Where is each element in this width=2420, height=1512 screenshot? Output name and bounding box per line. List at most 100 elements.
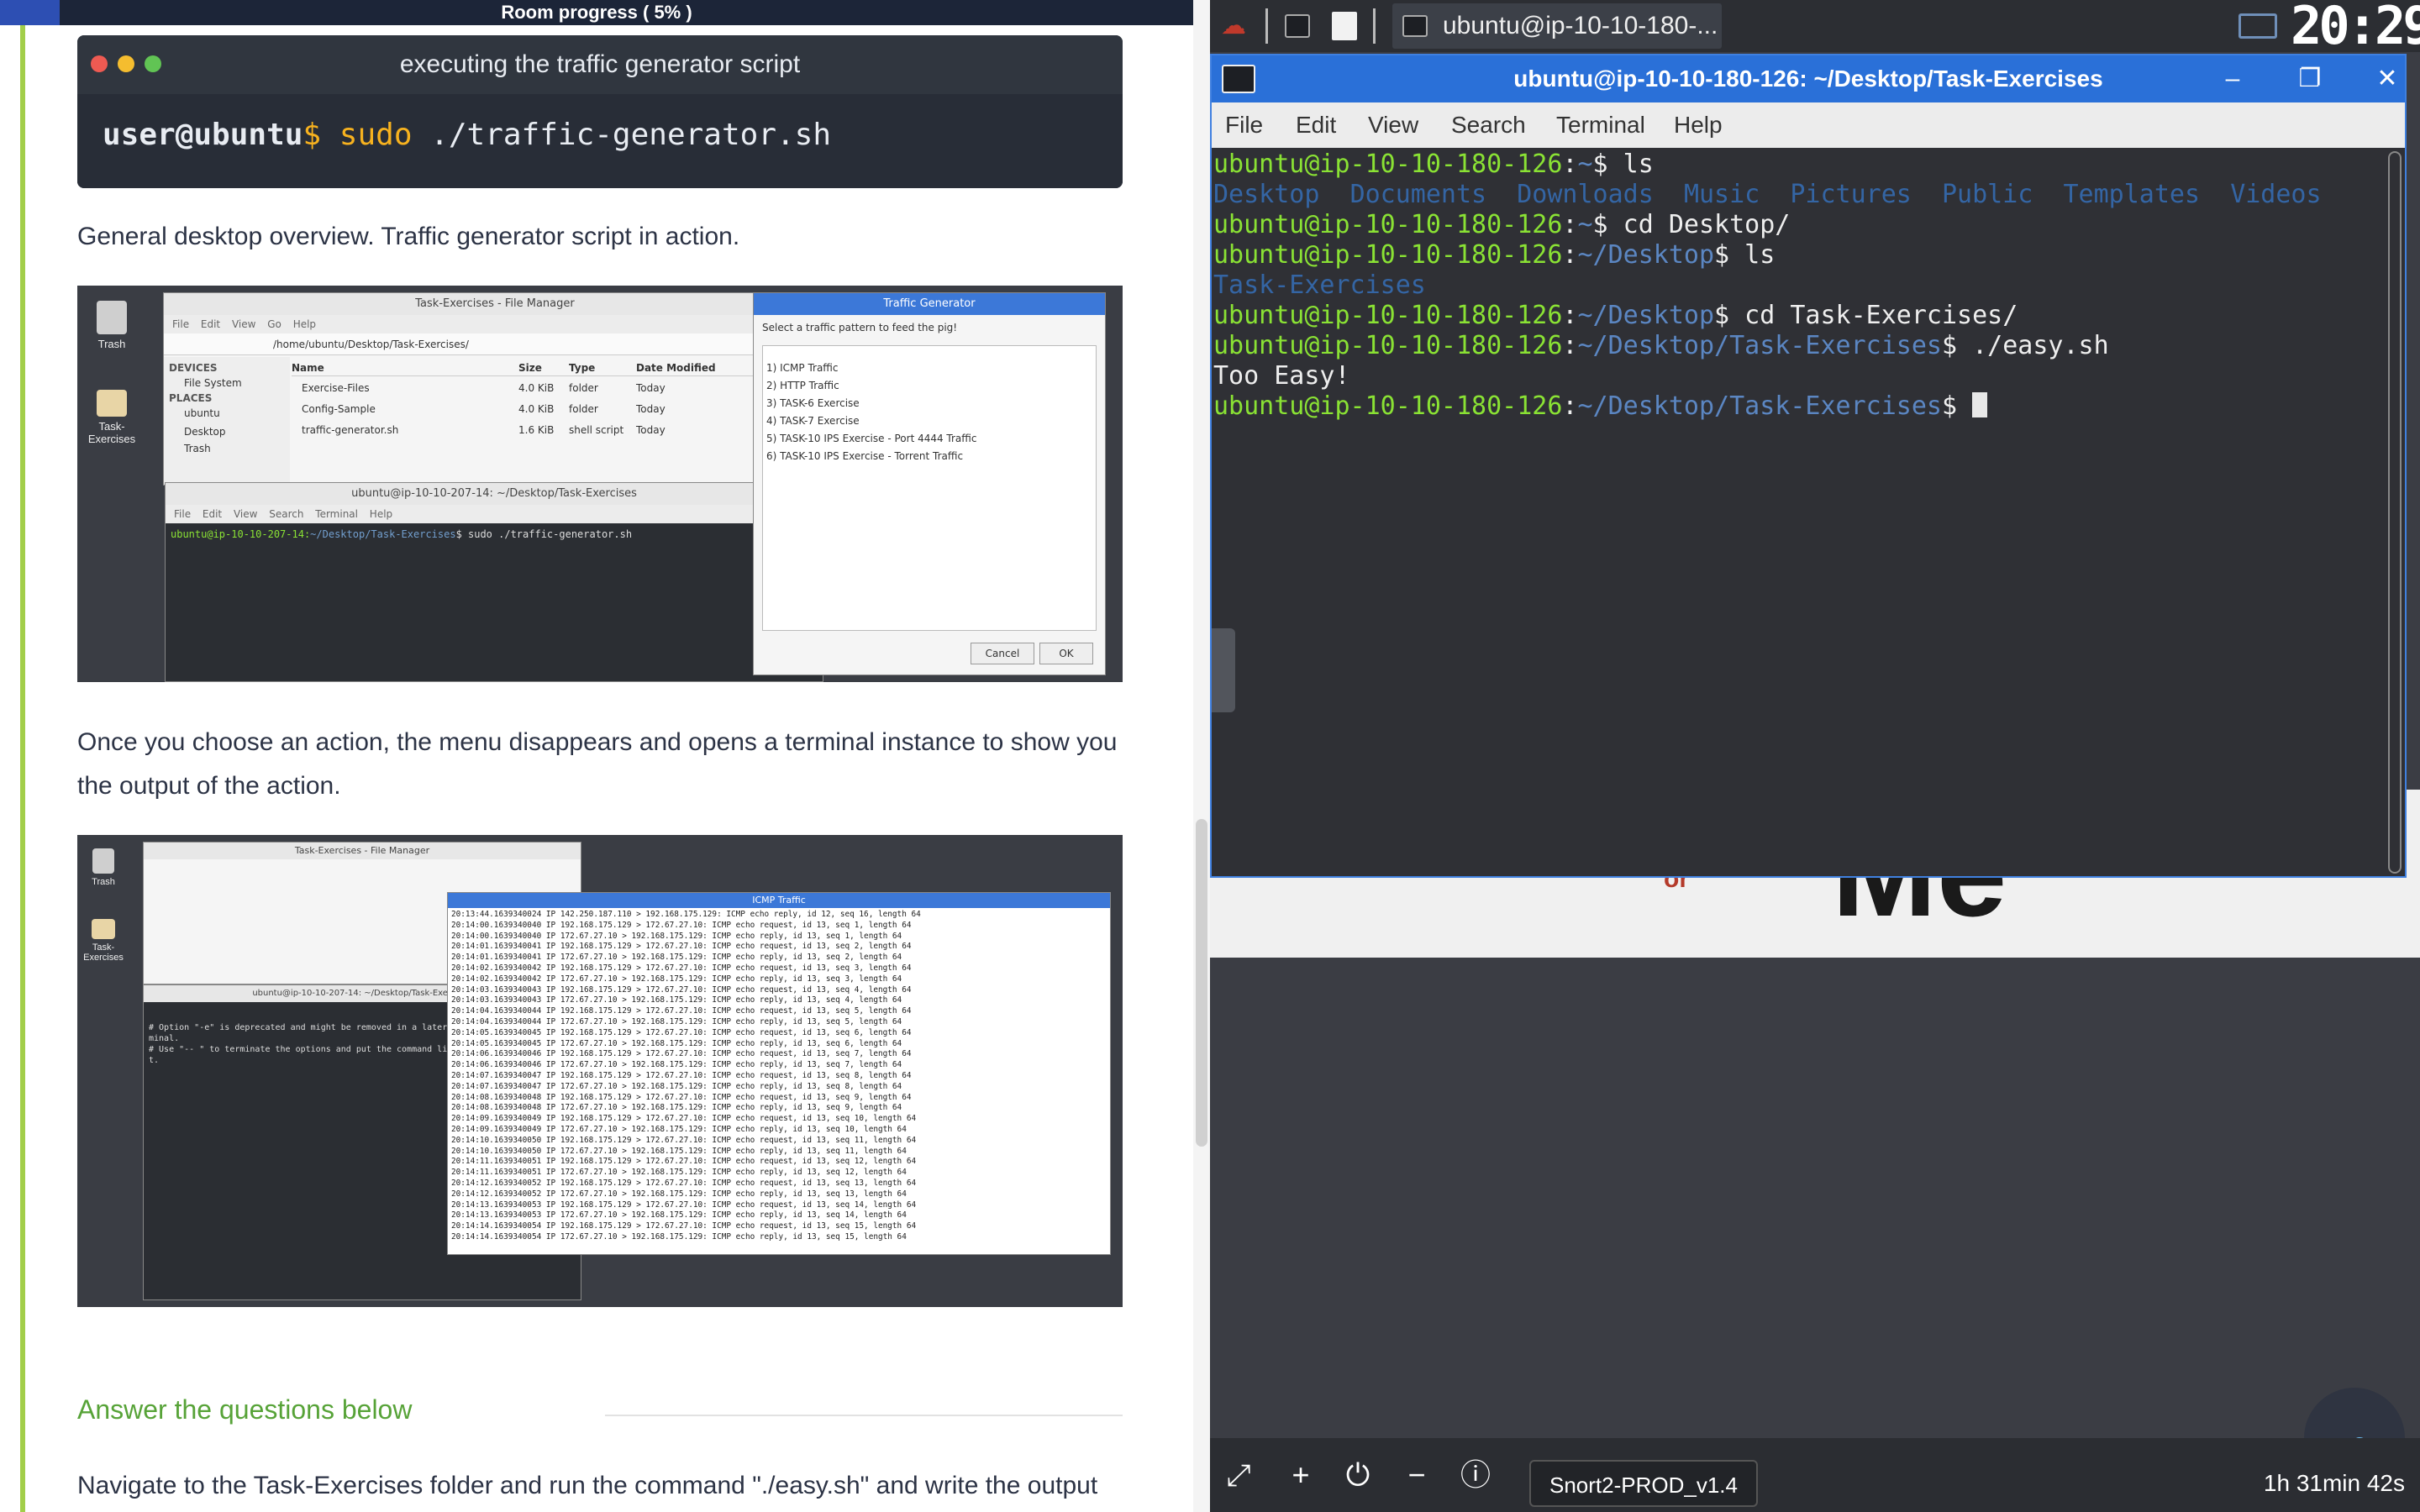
terminal-output[interactable]: ubuntu@ip-10-10-180-126:~$ ls Desktop Doc… [1212,148,2388,875]
traffic-option-list: 1) ICMP Traffic 2) HTTP Traffic 3) TASK-… [762,345,1097,631]
code-prompt-user: user@ubuntu [103,118,303,152]
network-icon[interactable] [2238,13,2277,39]
file-manager-menu: File Edit View Go Help [164,315,826,333]
mini-cmd: $ sudo ./traffic-generator.sh [455,528,633,540]
info-icon[interactable]: ⓘ [1455,1455,1496,1495]
icmp-traffic-screenshot: Trash Task-Exercises Task-Exercises - Fi… [77,835,1123,1307]
maximize-button[interactable]: ❐ [2289,60,2331,97]
menu-terminal[interactable]: Terminal [1556,102,1645,148]
icmp-line: 20:14:01.1639340041 IP 172.67.27.10 > 19… [451,953,902,963]
icmp-line: 20:14:08.1639340048 IP 192.168.175.129 >… [451,1092,912,1102]
icmp-line: 20:14:05.1639340045 IP 192.168.175.129 >… [451,1027,912,1037]
icmp-line: 20:14:13.1639340053 IP 172.67.27.10 > 19… [451,1210,907,1221]
terminal-line: ubuntu@ip-10-10-180-126:~$ ls [1213,150,1654,179]
menu-edit[interactable]: Edit [1296,102,1336,148]
code-command-text: ./traffic-generator.sh [430,118,832,152]
file-type: folder [569,382,598,394]
desktop-trash-icon: Trash [77,848,133,887]
prompt-command: $ cd Task-Exercises/ [1714,301,2018,330]
icmp-output: 20:13:44.1639340024 IP 142.250.187.110 >… [448,908,1110,1254]
directory-entry: Music [1683,180,1760,209]
add-time-icon[interactable]: + [1281,1455,1321,1495]
file-manager-window: Task-Exercises - File Manager File Edit … [163,292,827,486]
cloud-icon[interactable]: ☁ [1217,5,1250,47]
terminal-icon [1402,15,1428,37]
file-size: 4.0 KiB [518,382,555,394]
page-scrollbar-thumb[interactable] [1196,819,1207,1147]
taskbar-clock: 20:29 [2291,0,2420,52]
trash-label: Trash [97,338,126,350]
file-size: 1.6 KiB [518,424,555,436]
prompt-command: $ [1941,391,1973,421]
prompt-host: ubuntu@ip-10-10-180-126 [1213,331,1563,360]
minimize-button[interactable]: – [2212,60,2254,97]
text-editor-icon[interactable] [1328,5,1361,47]
icmp-line: 20:14:10.1639340050 IP 172.67.27.10 > 19… [451,1146,907,1156]
terminal-cursor [1972,392,1988,417]
action-paragraph: Once you choose an action, the menu disa… [77,728,1118,800]
prompt-path: ~/Desktop [1577,301,1715,330]
mini-prompt: ubuntu@ip-10-10-207-14: [171,528,311,540]
icmp-line: 20:14:00.1639340040 IP 192.168.175.129 >… [451,920,912,930]
close-button[interactable]: ✕ [2366,60,2408,97]
prompt-host: ubuntu@ip-10-10-180-126 [1213,210,1563,239]
terminal-line: ubuntu@ip-10-10-180-126:~$ cd Desktop/ [1213,210,1791,239]
icmp-line: 20:14:13.1639340053 IP 192.168.175.129 >… [451,1200,917,1210]
folder-label: Task-Exercises [87,420,136,445]
icmp-line: 20:14:14.1639340054 IP 192.168.175.129 >… [451,1221,917,1231]
traffic-option: 1) ICMP Traffic [766,362,839,374]
col-name: Name [292,362,324,374]
desktop-trash-icon: Trash [82,301,141,350]
page-scrollbar-track[interactable] [1193,0,1210,1512]
prompt-host: ubuntu@ip-10-10-180-126 [1213,301,1563,330]
menu-file[interactable]: File [1225,102,1263,148]
menu-help[interactable]: Help [1674,102,1723,148]
question-text: Navigate to the Task-Exercises folder an… [77,1472,1098,1499]
terminal-line: ubuntu@ip-10-10-180-126:~/Desktop/Task-E… [1213,391,2386,422]
icmp-line: 20:14:07.1639340047 IP 192.168.175.129 >… [451,1070,912,1080]
remote-desktop: or Me ☁ ubuntu@ip-10-10-180-... 20:29 ub… [1210,0,2420,1512]
desktop-overview-screenshot: Trash Task-Exercises Task-Exercises - Fi… [77,286,1123,682]
icmp-line: 20:14:10.1639340050 IP 192.168.175.129 >… [451,1135,917,1145]
terminal-scrollbar[interactable] [2388,151,2402,874]
col-date: Date Modified [636,362,716,374]
terminal-launcher-icon[interactable] [1281,5,1314,47]
traffic-option: 6) TASK-10 IPS Exercise - Torrent Traffi… [766,450,964,462]
icmp-line: 20:14:11.1639340051 IP 192.168.175.129 >… [451,1157,917,1167]
file-manager-title: Task-Exercises - File Manager [144,843,581,859]
file-type: shell script [569,424,624,436]
terminal-titlebar[interactable]: ubuntu@ip-10-10-180-126: ~/Desktop/Task-… [1212,55,2405,102]
icmp-line: 20:14:11.1639340051 IP 172.67.27.10 > 19… [451,1168,907,1178]
taskbar-terminal-task[interactable]: ubuntu@ip-10-10-180-... [1392,3,1722,49]
fm-ubuntu-item: ubuntu [184,407,220,419]
prompt-path: ~ [1577,150,1593,179]
fullscreen-icon[interactable]: ⤢ [1218,1455,1259,1495]
traffic-option: 5) TASK-10 IPS Exercise - Port 4444 Traf… [766,433,977,444]
folder-label: Task-Exercises [83,942,124,963]
answer-questions-heading: Answer the questions below [77,1394,413,1425]
menu-search[interactable]: Search [1451,102,1526,148]
icmp-line: 20:14:12.1639340052 IP 172.67.27.10 > 19… [451,1189,907,1199]
mini-terminal-menu: File Edit View Search Terminal Help [166,505,823,523]
power-icon[interactable]: ⏻ [1338,1455,1378,1495]
prompt-command: $ cd Desktop/ [1592,210,1791,239]
side-panel-handle[interactable] [1212,628,1235,712]
traffic-generator-dialog: Traffic Generator Select a traffic patte… [753,292,1106,675]
icmp-line: 20:14:04.1639340044 IP 192.168.175.129 >… [451,1006,912,1016]
file-type: folder [569,403,598,415]
code-prompt-dollar: $ [302,118,322,152]
minimize-view-icon[interactable]: − [1397,1455,1437,1495]
icmp-line: 20:14:02.1639340042 IP 192.168.175.129 >… [451,963,912,973]
menu-view[interactable]: View [1368,102,1418,148]
directory-entry: Pictures [1790,180,1912,209]
command-output: Too Easy! [1213,361,1350,391]
directory-entry: Templates [2063,180,2201,209]
terminal-line: Desktop Documents Downloads Music Pictur… [1213,180,2386,210]
fm-places-heading: PLACES [169,392,213,404]
file-name: traffic-generator.sh [302,424,399,436]
prompt-command: $ ls [1592,150,1654,179]
icmp-line: 20:14:07.1639340047 IP 172.67.27.10 > 19… [451,1081,902,1091]
file-size: 4.0 KiB [518,403,555,415]
terminal-menubar: File Edit View Search Terminal Help [1212,102,2405,148]
icmp-line: 20:14:05.1639340045 IP 172.67.27.10 > 19… [451,1038,902,1048]
